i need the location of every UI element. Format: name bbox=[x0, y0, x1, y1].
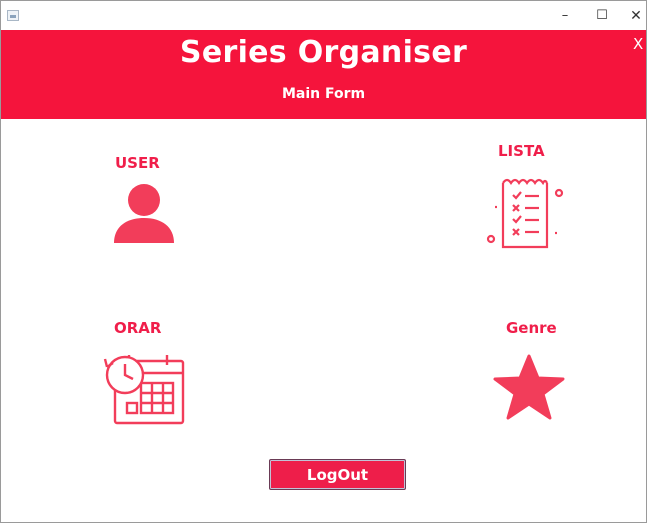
header-close-button[interactable]: X bbox=[633, 35, 643, 53]
star-icon[interactable] bbox=[489, 352, 569, 426]
app-title: Series Organiser bbox=[179, 35, 468, 70]
orar-label: ORAR bbox=[114, 319, 162, 337]
lista-label: LISTA bbox=[498, 142, 545, 160]
header-banner: Series Organiser Main Form X bbox=[1, 30, 646, 119]
maximize-button[interactable]: ☐ bbox=[592, 7, 612, 25]
genre-label: Genre bbox=[506, 319, 557, 337]
logout-button[interactable]: LogOut bbox=[269, 459, 406, 490]
user-icon[interactable] bbox=[111, 183, 177, 249]
close-window-button[interactable]: ✕ bbox=[626, 7, 646, 25]
title-bar: – ☐ ✕ bbox=[1, 1, 646, 31]
minimize-button[interactable]: – bbox=[555, 7, 575, 25]
checklist-icon[interactable] bbox=[485, 173, 567, 257]
java-app-icon bbox=[7, 10, 19, 21]
form-subtitle: Main Form bbox=[281, 86, 366, 102]
schedule-calendar-icon[interactable] bbox=[101, 351, 189, 431]
main-window: – ☐ ✕ Series Organiser Main Form X USER … bbox=[0, 0, 647, 523]
user-label: USER bbox=[115, 154, 160, 172]
